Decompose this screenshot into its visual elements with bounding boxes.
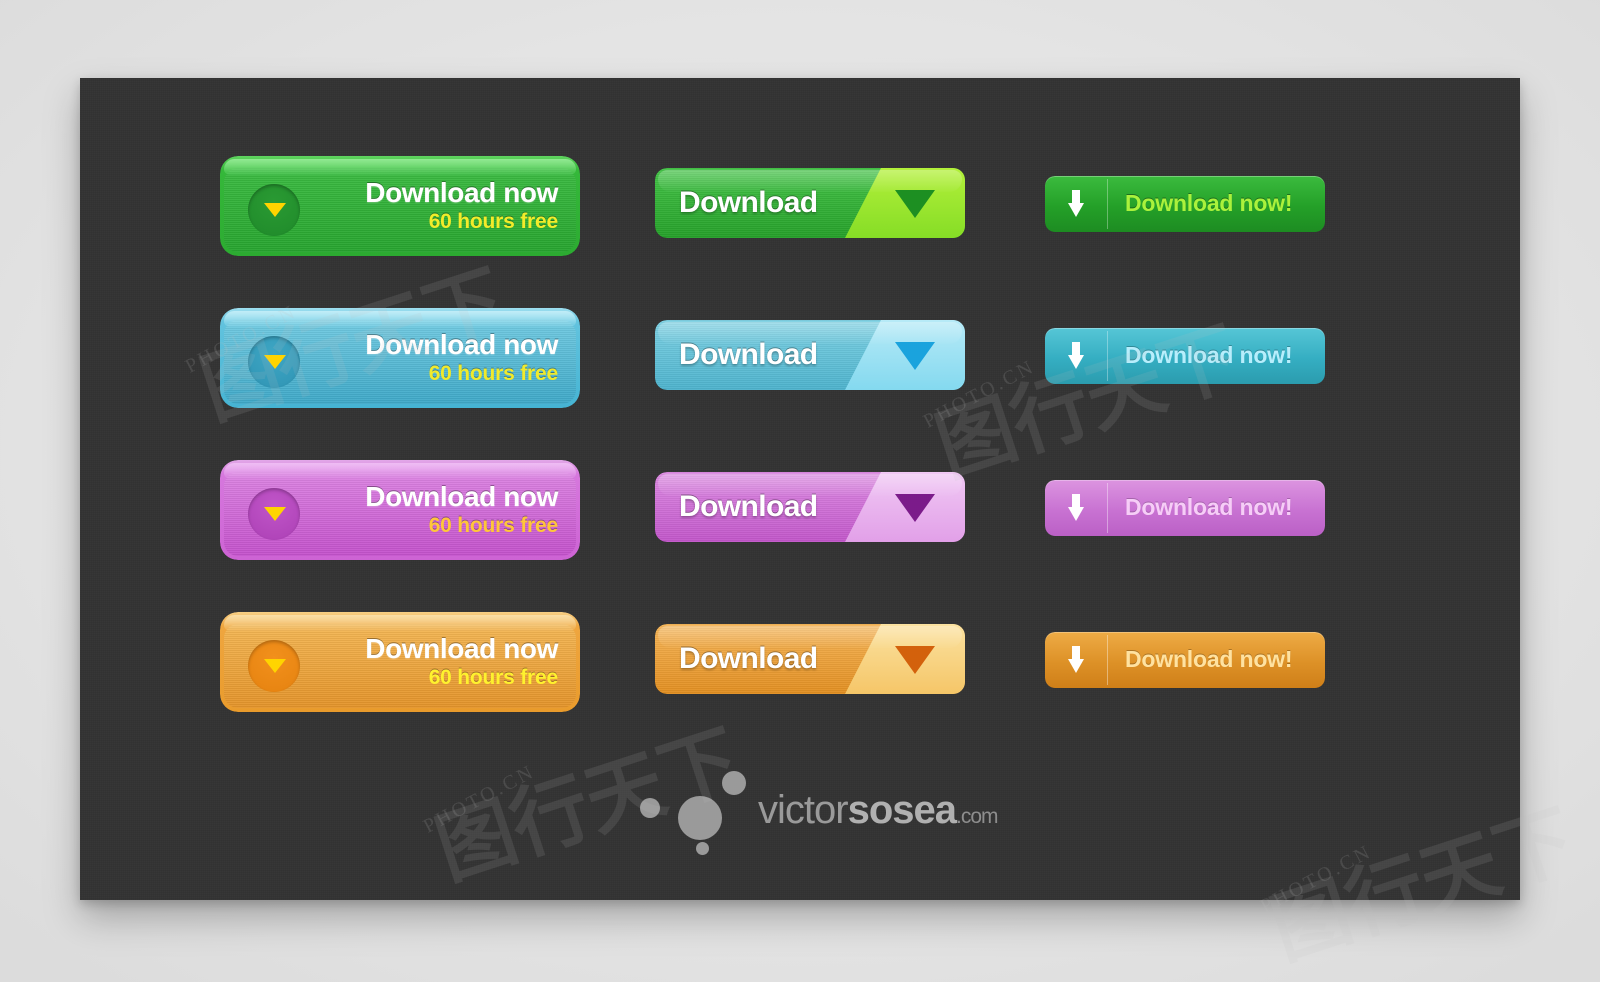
download-now-button-purple[interactable]: Download now 60 hours free — [220, 460, 580, 560]
download-now-button-green[interactable]: Download now 60 hours free — [220, 156, 580, 256]
button-subtitle: 60 hours free — [428, 666, 558, 690]
arrow-down-icon — [1068, 494, 1084, 522]
cell-green-style-a: Download now 60 hours free — [220, 156, 580, 256]
victorsosea-logo: victorsosea.com — [620, 768, 1040, 855]
screenshot-stage: Download now 60 hours free Download Down… — [0, 0, 1600, 982]
logo-dot-large — [678, 796, 722, 840]
button-gloss — [224, 463, 576, 479]
logo-text-bold: sosea — [847, 788, 957, 832]
triangle-down-icon — [264, 203, 286, 217]
logo-dot-small — [640, 798, 660, 818]
cell-green-style-c: Download now! — [1045, 176, 1325, 232]
dark-canvas: Download now 60 hours free Download Down… — [80, 78, 1585, 975]
logo-text-light: victor — [758, 788, 849, 832]
cell-blue-style-a: Download now 60 hours free — [220, 308, 580, 408]
button-title: Download now — [365, 329, 558, 360]
button-subtitle: 60 hours free — [428, 210, 558, 234]
cell-purple-style-a: Download now 60 hours free — [220, 460, 580, 560]
triangle-down-icon — [895, 342, 935, 370]
divider — [1107, 635, 1108, 685]
button-title: Download now — [365, 177, 558, 208]
download-now-compact-button-blue[interactable]: Download now! — [1045, 328, 1325, 384]
button-label: Download now! — [1125, 190, 1293, 216]
download-now-button-blue[interactable]: Download now 60 hours free — [220, 308, 580, 408]
divider — [1107, 179, 1108, 229]
divider — [1107, 483, 1108, 533]
download-button-orange[interactable]: Download — [655, 624, 965, 694]
download-now-compact-button-purple[interactable]: Download now! — [1045, 480, 1325, 536]
download-now-compact-button-green[interactable]: Download now! — [1045, 176, 1325, 232]
logo-wordmark: victorsosea.com — [758, 788, 999, 833]
arrow-down-icon — [1068, 646, 1084, 674]
button-text-block: Download now 60 hours free — [316, 330, 558, 385]
button-row-purple: Download now 60 hours free Download Down… — [80, 460, 1520, 580]
download-now-button-orange[interactable]: Download now 60 hours free — [220, 612, 580, 712]
triangle-down-icon — [895, 646, 935, 674]
watermark-text: PHOTO.CN — [1256, 840, 1376, 918]
button-gloss — [224, 159, 576, 175]
button-label: Download now! — [1125, 494, 1293, 520]
button-text-block: Download now 60 hours free — [316, 178, 558, 233]
button-label: Download — [679, 338, 818, 371]
cell-orange-style-b: Download — [655, 624, 965, 694]
button-label: Download now! — [1125, 342, 1293, 368]
triangle-down-icon — [264, 507, 286, 521]
triangle-down-icon — [264, 659, 286, 673]
cell-orange-style-c: Download now! — [1045, 632, 1325, 688]
download-button-purple[interactable]: Download — [655, 472, 965, 542]
button-label: Download now! — [1125, 646, 1293, 672]
logo-text-tld: .com — [956, 805, 999, 828]
button-row-orange: Download now 60 hours free Download Down… — [80, 612, 1520, 732]
cell-blue-style-c: Download now! — [1045, 328, 1325, 384]
button-subtitle: 60 hours free — [428, 514, 558, 538]
logo-dot-tiny — [696, 842, 709, 855]
triangle-down-icon — [895, 494, 935, 522]
button-label: Download — [679, 490, 818, 523]
triangle-down-icon — [264, 355, 286, 369]
watermark-cjk: 图行天下 — [1261, 795, 1585, 975]
cell-orange-style-a: Download now 60 hours free — [220, 612, 580, 712]
watermark-text: PHOTO.CN — [419, 760, 539, 838]
button-row-blue: Download now 60 hours free Download Down… — [80, 308, 1520, 428]
button-gloss — [224, 615, 576, 631]
triangle-down-icon — [895, 190, 935, 218]
button-label: Download — [679, 186, 818, 219]
button-title: Download now — [365, 633, 558, 664]
button-text-block: Download now 60 hours free — [316, 482, 558, 537]
button-subtitle: 60 hours free — [428, 362, 558, 386]
cell-blue-style-b: Download — [655, 320, 965, 390]
button-title: Download now — [365, 481, 558, 512]
cell-purple-style-b: Download — [655, 472, 965, 542]
button-text-block: Download now 60 hours free — [316, 634, 558, 689]
arrow-down-icon — [1068, 190, 1084, 218]
button-gloss — [224, 311, 576, 327]
download-button-green[interactable]: Download — [655, 168, 965, 238]
cell-green-style-b: Download — [655, 168, 965, 238]
download-now-compact-button-orange[interactable]: Download now! — [1045, 632, 1325, 688]
arrow-down-icon — [1068, 342, 1084, 370]
button-row-green: Download now 60 hours free Download Down… — [80, 156, 1520, 276]
download-button-blue[interactable]: Download — [655, 320, 965, 390]
logo-dot-medium — [722, 771, 746, 795]
divider — [1107, 331, 1108, 381]
cell-purple-style-c: Download now! — [1045, 480, 1325, 536]
button-label: Download — [679, 642, 818, 675]
